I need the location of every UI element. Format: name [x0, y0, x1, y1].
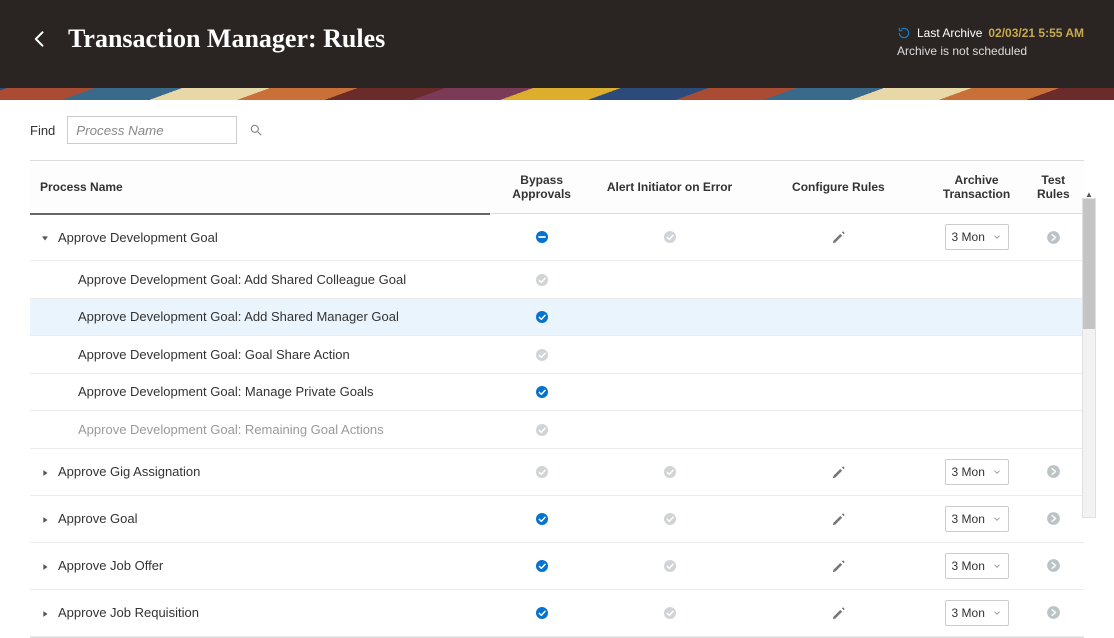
page-title: Transaction Manager: Rules [68, 24, 385, 54]
chevron-down-icon [992, 514, 1002, 524]
col-alert-initiator[interactable]: Alert Initiator on Error [593, 161, 746, 214]
check-icon[interactable] [662, 558, 678, 573]
col-archive-transaction[interactable]: Archive Transaction [930, 161, 1022, 214]
check-icon[interactable] [534, 271, 550, 286]
table-wrap: Process Name Bypass Approvals Alert Init… [0, 160, 1114, 638]
scroll-thumb[interactable] [1083, 199, 1095, 329]
expand-icon[interactable] [40, 511, 52, 526]
process-name-cell: Approve Development Goal: Add Shared Man… [78, 309, 399, 324]
chevron-down-icon [992, 467, 1002, 477]
refresh-icon[interactable] [897, 26, 911, 40]
check-icon[interactable] [662, 511, 678, 526]
archive-select[interactable]: 3 Mon [945, 553, 1009, 579]
table-row[interactable]: Approve Development Goal: Goal Share Act… [30, 336, 1084, 374]
check-icon[interactable] [534, 309, 550, 324]
find-bar: Find [0, 100, 1114, 160]
minus-icon[interactable] [534, 229, 550, 244]
check-icon[interactable] [534, 464, 550, 479]
page-header: Transaction Manager: Rules Last Archive … [0, 0, 1114, 88]
back-button[interactable] [30, 26, 50, 52]
decorative-band [0, 88, 1114, 100]
edit-icon[interactable] [831, 605, 846, 620]
check-icon[interactable] [534, 346, 550, 361]
check-icon[interactable] [534, 384, 550, 399]
last-archive-label: Last Archive [917, 24, 982, 42]
check-icon[interactable] [534, 421, 550, 436]
archive-select-value: 3 Mon [952, 606, 985, 620]
process-name-cell: Approve Development Goal [58, 230, 218, 245]
search-icon[interactable] [249, 123, 263, 137]
table-row[interactable]: Approve Gig Assignation 3 Mon [30, 448, 1084, 495]
archive-select-value: 3 Mon [952, 559, 985, 573]
expand-icon[interactable] [40, 558, 52, 573]
table-row[interactable]: Approve Job Offer 3 Mon [30, 542, 1084, 589]
check-icon[interactable] [534, 558, 550, 573]
rules-table: Process Name Bypass Approvals Alert Init… [30, 160, 1084, 638]
process-name-cell: Approve Job Offer [58, 558, 163, 573]
check-icon[interactable] [662, 605, 678, 620]
process-name-cell: Approve Development Goal: Add Shared Col… [78, 272, 406, 287]
edit-icon[interactable] [831, 464, 846, 479]
chevron-down-icon [992, 608, 1002, 618]
col-test-rules[interactable]: Test Rules [1023, 161, 1084, 214]
archive-select[interactable]: 3 Mon [945, 459, 1009, 485]
header-left: Transaction Manager: Rules [30, 24, 385, 54]
find-input[interactable] [67, 116, 237, 144]
table-row[interactable]: Approve Development Goal: Add Shared Man… [30, 298, 1084, 336]
edit-icon[interactable] [831, 511, 846, 526]
edit-icon[interactable] [831, 558, 846, 573]
process-name-cell: Approve Development Goal: Goal Share Act… [78, 347, 350, 362]
table-row[interactable]: Approve Development Goal: Remaining Goal… [30, 411, 1084, 449]
table-header-row: Process Name Bypass Approvals Alert Init… [30, 161, 1084, 214]
collapse-icon[interactable] [40, 230, 52, 245]
process-name-cell: Approve Development Goal: Remaining Goal… [78, 422, 384, 437]
edit-icon[interactable] [831, 229, 846, 244]
archive-select-value: 3 Mon [952, 512, 985, 526]
last-archive-time: 02/03/21 5:55 AM [988, 24, 1084, 42]
col-bypass-approvals[interactable]: Bypass Approvals [490, 161, 592, 214]
goto-icon[interactable] [1045, 557, 1062, 572]
archive-select[interactable]: 3 Mon [945, 600, 1009, 626]
goto-icon[interactable] [1045, 228, 1062, 243]
table-row[interactable]: Approve Development Goal: Manage Private… [30, 373, 1084, 411]
vertical-scrollbar[interactable]: ▲ [1082, 198, 1096, 518]
archive-select-value: 3 Mon [952, 465, 985, 479]
archive-schedule-msg: Archive is not scheduled [897, 42, 1084, 60]
table-row[interactable]: Approve Development Goal: Add Shared Col… [30, 261, 1084, 299]
goto-icon[interactable] [1045, 604, 1062, 619]
check-icon[interactable] [534, 605, 550, 620]
expand-icon[interactable] [40, 464, 52, 479]
scroll-up-arrow[interactable]: ▲ [1083, 189, 1095, 199]
process-name-cell: Approve Gig Assignation [58, 464, 200, 479]
check-icon[interactable] [662, 229, 678, 244]
col-process-name[interactable]: Process Name [30, 161, 490, 214]
check-icon[interactable] [662, 464, 678, 479]
archive-select[interactable]: 3 Mon [945, 224, 1009, 250]
archive-info: Last Archive 02/03/21 5:55 AM Archive is… [897, 24, 1084, 60]
check-icon[interactable] [534, 511, 550, 526]
archive-select[interactable]: 3 Mon [945, 506, 1009, 532]
archive-select-value: 3 Mon [952, 230, 985, 244]
table-row[interactable]: Approve Goal 3 Mon [30, 495, 1084, 542]
process-name-cell: Approve Development Goal: Manage Private… [78, 384, 374, 399]
table-row[interactable]: Approve Development Goal 3 Mon [30, 214, 1084, 261]
process-name-cell: Approve Goal [58, 511, 138, 526]
chevron-down-icon [992, 232, 1002, 242]
goto-icon[interactable] [1045, 510, 1062, 525]
col-configure-rules[interactable]: Configure Rules [746, 161, 930, 214]
goto-icon[interactable] [1045, 463, 1062, 478]
find-label: Find [30, 123, 55, 138]
table-row[interactable]: Approve Job Requisition 3 Mon [30, 589, 1084, 636]
expand-icon[interactable] [40, 605, 52, 620]
chevron-down-icon [992, 561, 1002, 571]
process-name-cell: Approve Job Requisition [58, 605, 199, 620]
